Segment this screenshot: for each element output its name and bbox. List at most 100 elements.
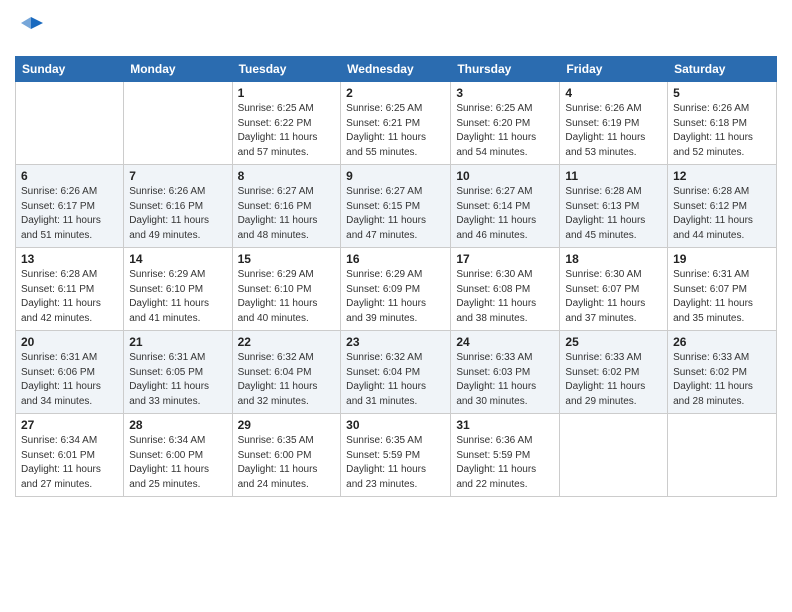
calendar-cell: 5Sunrise: 6:26 AMSunset: 6:18 PMDaylight… [668, 82, 777, 165]
calendar-cell: 11 Sunrise: 6:28 AMSunset: 6:13 PMDayligh… [560, 165, 668, 248]
day-number: 17 [456, 252, 554, 266]
page: SundayMondayTuesdayWednesdayThursdayFrid… [0, 0, 792, 612]
day-info: Sunrise: 6:25 AMSunset: 6:21 PMDaylight:… [346, 102, 445, 160]
calendar-cell: 21 Sunrise: 6:31 AMSunset: 6:05 PMDayligh… [124, 331, 232, 414]
weekday-header: Saturday [668, 57, 777, 82]
day-number: 12 [673, 169, 771, 183]
calendar-cell: 3 Sunrise: 6:25 AMSunset: 6:20 PMDaylight… [451, 82, 560, 165]
day-info: Sunrise: 6:25 AMSunset: 6:20 PMDaylight:… [456, 102, 554, 160]
day-number: 13 [21, 252, 118, 266]
calendar-cell: 18Sunrise: 6:30 AMSunset: 6:07 PMDayligh… [560, 248, 668, 331]
calendar-cell: 23 Sunrise: 6:32 AMSunset: 6:04 PMDayligh… [341, 331, 451, 414]
day-info: Sunrise: 6:32 AMSunset: 6:04 PMDaylight:… [238, 351, 336, 409]
calendar-cell: 22 Sunrise: 6:32 AMSunset: 6:04 PMDayligh… [232, 331, 341, 414]
calendar-cell: 4 Sunrise: 6:26 AMSunset: 6:19 PMDaylight… [560, 82, 668, 165]
calendar-cell: 19Sunrise: 6:31 AMSunset: 6:07 PMDayligh… [668, 248, 777, 331]
calendar-cell: 25 Sunrise: 6:33 AMSunset: 6:02 PMDayligh… [560, 331, 668, 414]
day-number: 15 [238, 252, 336, 266]
calendar-cell: 8Sunrise: 6:27 AMSunset: 6:16 PMDaylight… [232, 165, 341, 248]
day-info: Sunrise: 6:26 AMSunset: 6:18 PMDaylight:… [673, 102, 771, 160]
day-info: Sunrise: 6:28 AMSunset: 6:13 PMDaylight:… [565, 185, 662, 243]
day-info: Sunrise: 6:34 AMSunset: 6:00 PMDaylight:… [129, 434, 226, 492]
day-info: Sunrise: 6:29 AMSunset: 6:09 PMDaylight:… [346, 268, 445, 326]
header [15, 10, 777, 48]
day-info: Sunrise: 6:29 AMSunset: 6:10 PMDaylight:… [129, 268, 226, 326]
weekday-header: Sunday [16, 57, 124, 82]
day-info: Sunrise: 6:26 AMSunset: 6:17 PMDaylight:… [21, 185, 118, 243]
day-info: Sunrise: 6:30 AMSunset: 6:08 PMDaylight:… [456, 268, 554, 326]
day-info: Sunrise: 6:32 AMSunset: 6:04 PMDaylight:… [346, 351, 445, 409]
day-info: Sunrise: 6:30 AMSunset: 6:07 PMDaylight:… [565, 268, 662, 326]
calendar-header-row: SundayMondayTuesdayWednesdayThursdayFrid… [16, 57, 777, 82]
calendar-week-row: 20 Sunrise: 6:31 AMSunset: 6:06 PMDayligh… [16, 331, 777, 414]
day-info: Sunrise: 6:31 AMSunset: 6:05 PMDaylight:… [129, 351, 226, 409]
calendar-week-row: 13 Sunrise: 6:28 AMSunset: 6:11 PMDayligh… [16, 248, 777, 331]
day-number: 9 [346, 169, 445, 183]
day-info: Sunrise: 6:28 AMSunset: 6:11 PMDaylight:… [21, 268, 118, 326]
calendar-week-row: 1 Sunrise: 6:25 AMSunset: 6:22 PMDaylight… [16, 82, 777, 165]
calendar-cell: 17 Sunrise: 6:30 AMSunset: 6:08 PMDayligh… [451, 248, 560, 331]
weekday-header: Friday [560, 57, 668, 82]
day-info: Sunrise: 6:27 AMSunset: 6:15 PMDaylight:… [346, 185, 445, 243]
day-info: Sunrise: 6:31 AMSunset: 6:06 PMDaylight:… [21, 351, 118, 409]
calendar-cell: 26Sunrise: 6:33 AMSunset: 6:02 PMDayligh… [668, 331, 777, 414]
calendar-week-row: 27Sunrise: 6:34 AMSunset: 6:01 PMDayligh… [16, 414, 777, 497]
calendar-cell: 20 Sunrise: 6:31 AMSunset: 6:06 PMDayligh… [16, 331, 124, 414]
day-info: Sunrise: 6:29 AMSunset: 6:10 PMDaylight:… [238, 268, 336, 326]
calendar-cell: 10Sunrise: 6:27 AMSunset: 6:14 PMDayligh… [451, 165, 560, 248]
calendar-cell: 24 Sunrise: 6:33 AMSunset: 6:03 PMDayligh… [451, 331, 560, 414]
day-number: 28 [129, 418, 226, 432]
day-info: Sunrise: 6:31 AMSunset: 6:07 PMDaylight:… [673, 268, 771, 326]
calendar-table: SundayMondayTuesdayWednesdayThursdayFrid… [15, 56, 777, 497]
calendar-cell: 31 Sunrise: 6:36 AMSunset: 5:59 PMDayligh… [451, 414, 560, 497]
day-number: 8 [238, 169, 336, 183]
calendar-cell: 28 Sunrise: 6:34 AMSunset: 6:00 PMDayligh… [124, 414, 232, 497]
calendar-cell: 29 Sunrise: 6:35 AMSunset: 6:00 PMDayligh… [232, 414, 341, 497]
calendar-cell: 30 Sunrise: 6:35 AMSunset: 5:59 PMDayligh… [341, 414, 451, 497]
calendar-cell: 6Sunrise: 6:26 AMSunset: 6:17 PMDaylight… [16, 165, 124, 248]
calendar-week-row: 6Sunrise: 6:26 AMSunset: 6:17 PMDaylight… [16, 165, 777, 248]
day-number: 7 [129, 169, 226, 183]
day-info: Sunrise: 6:26 AMSunset: 6:16 PMDaylight:… [129, 185, 226, 243]
day-number: 20 [21, 335, 118, 349]
weekday-header: Thursday [451, 57, 560, 82]
day-number: 30 [346, 418, 445, 432]
day-number: 21 [129, 335, 226, 349]
weekday-header: Monday [124, 57, 232, 82]
day-info: Sunrise: 6:33 AMSunset: 6:03 PMDaylight:… [456, 351, 554, 409]
day-number: 29 [238, 418, 336, 432]
day-info: Sunrise: 6:33 AMSunset: 6:02 PMDaylight:… [673, 351, 771, 409]
day-number: 24 [456, 335, 554, 349]
day-number: 25 [565, 335, 662, 349]
day-number: 22 [238, 335, 336, 349]
weekday-header: Wednesday [341, 57, 451, 82]
day-number: 16 [346, 252, 445, 266]
day-number: 2 [346, 86, 445, 100]
day-number: 23 [346, 335, 445, 349]
logo [15, 15, 45, 48]
logo-flag-icon [17, 15, 45, 43]
calendar-cell: 9 Sunrise: 6:27 AMSunset: 6:15 PMDaylight… [341, 165, 451, 248]
day-number: 31 [456, 418, 554, 432]
weekday-header: Tuesday [232, 57, 341, 82]
calendar-cell: 12Sunrise: 6:28 AMSunset: 6:12 PMDayligh… [668, 165, 777, 248]
calendar-cell [16, 82, 124, 165]
day-info: Sunrise: 6:35 AMSunset: 5:59 PMDaylight:… [346, 434, 445, 492]
day-info: Sunrise: 6:36 AMSunset: 5:59 PMDaylight:… [456, 434, 554, 492]
day-info: Sunrise: 6:26 AMSunset: 6:19 PMDaylight:… [565, 102, 662, 160]
calendar-cell: 13 Sunrise: 6:28 AMSunset: 6:11 PMDayligh… [16, 248, 124, 331]
day-info: Sunrise: 6:35 AMSunset: 6:00 PMDaylight:… [238, 434, 336, 492]
day-info: Sunrise: 6:25 AMSunset: 6:22 PMDaylight:… [238, 102, 336, 160]
calendar-cell: 15 Sunrise: 6:29 AMSunset: 6:10 PMDayligh… [232, 248, 341, 331]
day-number: 4 [565, 86, 662, 100]
calendar-cell [124, 82, 232, 165]
day-number: 14 [129, 252, 226, 266]
day-info: Sunrise: 6:27 AMSunset: 6:14 PMDaylight:… [456, 185, 554, 243]
calendar-cell: 2 Sunrise: 6:25 AMSunset: 6:21 PMDaylight… [341, 82, 451, 165]
day-number: 11 [565, 169, 662, 183]
day-info: Sunrise: 6:33 AMSunset: 6:02 PMDaylight:… [565, 351, 662, 409]
calendar-cell: 14 Sunrise: 6:29 AMSunset: 6:10 PMDayligh… [124, 248, 232, 331]
calendar-cell: 27Sunrise: 6:34 AMSunset: 6:01 PMDayligh… [16, 414, 124, 497]
day-number: 1 [238, 86, 336, 100]
day-number: 3 [456, 86, 554, 100]
